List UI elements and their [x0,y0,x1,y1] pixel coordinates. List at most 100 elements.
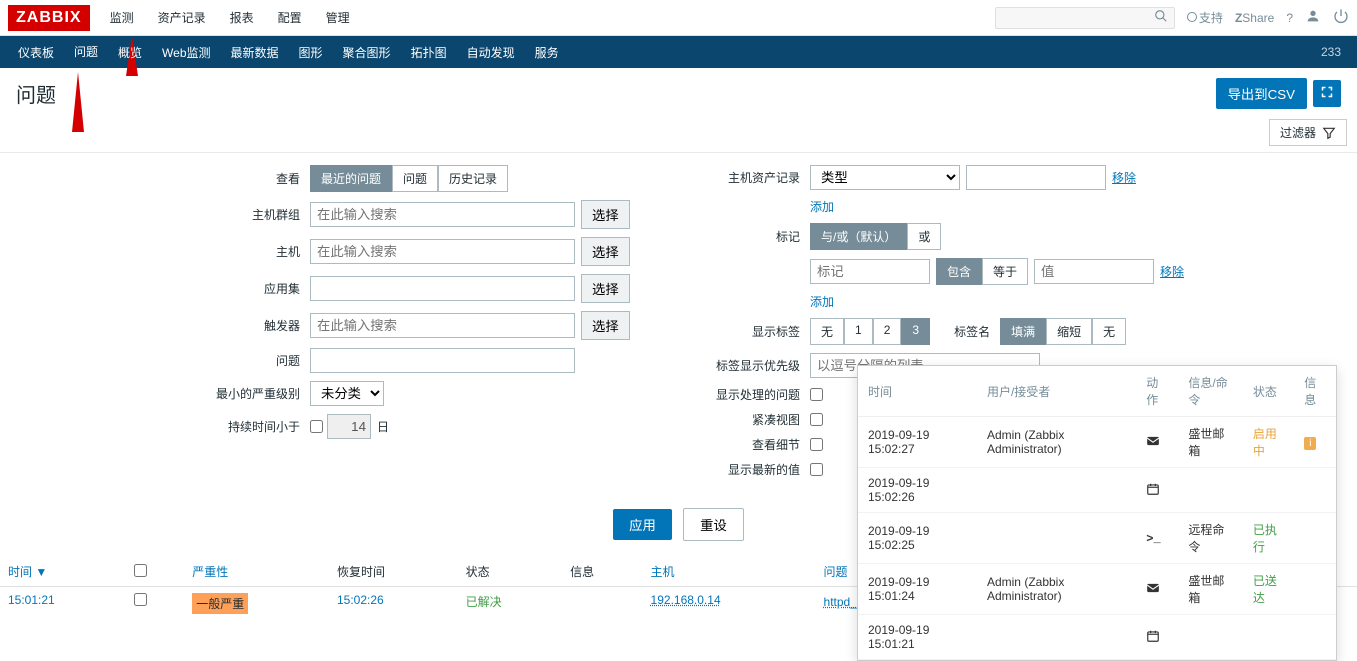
nav-graphs[interactable]: 图形 [289,36,333,69]
tagname-full[interactable]: 填满 [1000,318,1046,345]
nav-services[interactable]: 服务 [525,36,569,69]
trigger-select-button[interactable]: 选择 [581,311,630,340]
tag-op-contains[interactable]: 包含 [936,258,982,285]
top-menu: 监测 资产记录 报表 配置 管理 [100,1,360,34]
popup-col-status: 状态 [1243,366,1294,417]
popup-cell-cmd [1178,468,1242,513]
fullscreen-button[interactable] [1313,80,1341,107]
app-select-button[interactable]: 选择 [581,274,630,303]
topmenu-admin[interactable]: 管理 [316,1,360,34]
power-icon[interactable] [1333,8,1349,27]
popup-cell-info: i [1294,417,1336,468]
popup-cell-cmd: 盛世邮箱 [1178,564,1242,615]
popup-cell-user [977,513,1136,564]
inventory-label: 主机资产记录 [700,169,810,186]
nav-problems[interactable]: 问题 [64,35,108,70]
show-tags-1[interactable]: 1 [844,318,873,345]
tag-value-input[interactable] [1034,259,1154,284]
tag-op-equals[interactable]: 等于 [982,258,1028,285]
filter-toggle[interactable]: 过滤器 [1269,119,1347,146]
tagname-short[interactable]: 缩短 [1046,318,1092,345]
show-tags-seg[interactable]: 无 1 2 3 [810,318,930,345]
cell-recovery[interactable]: 15:02:26 [329,587,458,621]
tag-add-link[interactable]: 添加 [810,293,834,310]
tag-mode-or[interactable]: 或 [907,223,941,250]
support-link[interactable]: 支持 [1187,9,1223,26]
inventory-value-input[interactable] [966,165,1106,190]
inventory-remove-link[interactable]: 移除 [1112,169,1136,186]
topmenu-config[interactable]: 配置 [268,1,312,34]
latest-checkbox[interactable] [810,463,823,476]
export-csv-button[interactable]: 导出到CSV [1216,78,1307,109]
nav-screens[interactable]: 聚合图形 [333,36,401,69]
popup-cell-action-icon [1136,615,1178,660]
share-link[interactable]: ZShare [1235,11,1274,25]
hostgroup-input[interactable] [310,202,575,227]
popup-row: 2019-09-19 15:02:25>_远程命令已执行 [858,513,1336,564]
host-input[interactable] [310,239,575,264]
show-tags-none[interactable]: 无 [810,318,844,345]
user-icon[interactable] [1305,8,1321,27]
tag-mode-andor[interactable]: 与/或（默认） [810,223,907,250]
help-icon[interactable]: ? [1286,11,1293,25]
reset-button[interactable]: 重设 [683,508,744,541]
tag-op-seg[interactable]: 包含 等于 [936,258,1028,285]
tagname-none[interactable]: 无 [1092,318,1126,345]
compact-checkbox[interactable] [810,413,823,426]
view-history[interactable]: 历史记录 [438,165,508,192]
cell-time[interactable]: 15:01:21 [0,587,126,621]
view-seg[interactable]: 最近的问题 问题 历史记录 [310,165,508,192]
nav-discovery[interactable]: 自动发现 [457,36,525,69]
col-host[interactable]: 主机 [643,557,816,587]
popup-cell-user [977,468,1136,513]
tag-name-input[interactable] [810,259,930,284]
brand-logo[interactable]: ZABBIX [8,5,90,31]
topmenu-inventory[interactable]: 资产记录 [148,1,216,34]
col-time[interactable]: 时间 ▼ [0,557,126,587]
severity-select[interactable]: 未分类 [310,381,384,406]
problem-filter-label: 问题 [200,352,310,369]
topmenu-monitor[interactable]: 监测 [100,1,144,34]
apply-button[interactable]: 应用 [613,509,672,540]
popup-cell-time: 2019-09-19 15:01:21 [858,615,977,660]
popup-row: 2019-09-19 15:01:24Admin (Zabbix Adminis… [858,564,1336,615]
show-suppressed-checkbox[interactable] [810,388,823,401]
problem-filter-input[interactable] [310,348,575,373]
row-checkbox[interactable] [134,593,147,606]
tagname-seg[interactable]: 填满 缩短 无 [1000,318,1126,345]
view-recent[interactable]: 最近的问题 [310,165,392,192]
cell-host[interactable]: 192.168.0.14 [651,593,721,607]
select-all-checkbox[interactable] [134,564,147,577]
nav-web[interactable]: Web监测 [152,36,220,69]
app-label: 应用集 [200,280,310,297]
popup-cell-cmd [1178,615,1242,660]
duration-checkbox[interactable] [310,420,323,433]
inventory-type-select[interactable]: 类型 [810,165,960,190]
nav-maps[interactable]: 拓扑图 [401,36,457,69]
topmenu-reports[interactable]: 报表 [220,1,264,34]
trigger-input[interactable] [310,313,575,338]
nav-overview[interactable]: 概览 [108,36,152,69]
filter-toggle-label: 过滤器 [1280,124,1316,141]
duration-value[interactable] [327,414,371,439]
tag-mode-seg[interactable]: 与/或（默认） 或 [810,223,941,250]
show-tags-3[interactable]: 3 [901,318,930,345]
col-severity[interactable]: 严重性 [184,557,329,587]
view-problems[interactable]: 问题 [392,165,438,192]
app-input[interactable] [310,276,575,301]
show-tags-2[interactable]: 2 [873,318,902,345]
nav-dashboard[interactable]: 仪表板 [8,36,64,69]
hostgroup-select-button[interactable]: 选择 [581,200,630,229]
popup-cell-info [1294,615,1336,660]
popup-cell-user [977,615,1136,660]
host-select-button[interactable]: 选择 [581,237,630,266]
details-checkbox[interactable] [810,438,823,451]
severity-label: 最小的严重级别 [200,385,310,402]
global-search[interactable] [995,7,1175,29]
popup-col-user: 用户/接受者 [977,366,1136,417]
popup-row: 2019-09-19 15:01:21 [858,615,1336,660]
tag-remove-link[interactable]: 移除 [1160,263,1184,280]
inventory-add-link[interactable]: 添加 [810,198,834,215]
nav-latest[interactable]: 最新数据 [221,36,289,69]
popup-col-action: 动作 [1136,366,1178,417]
